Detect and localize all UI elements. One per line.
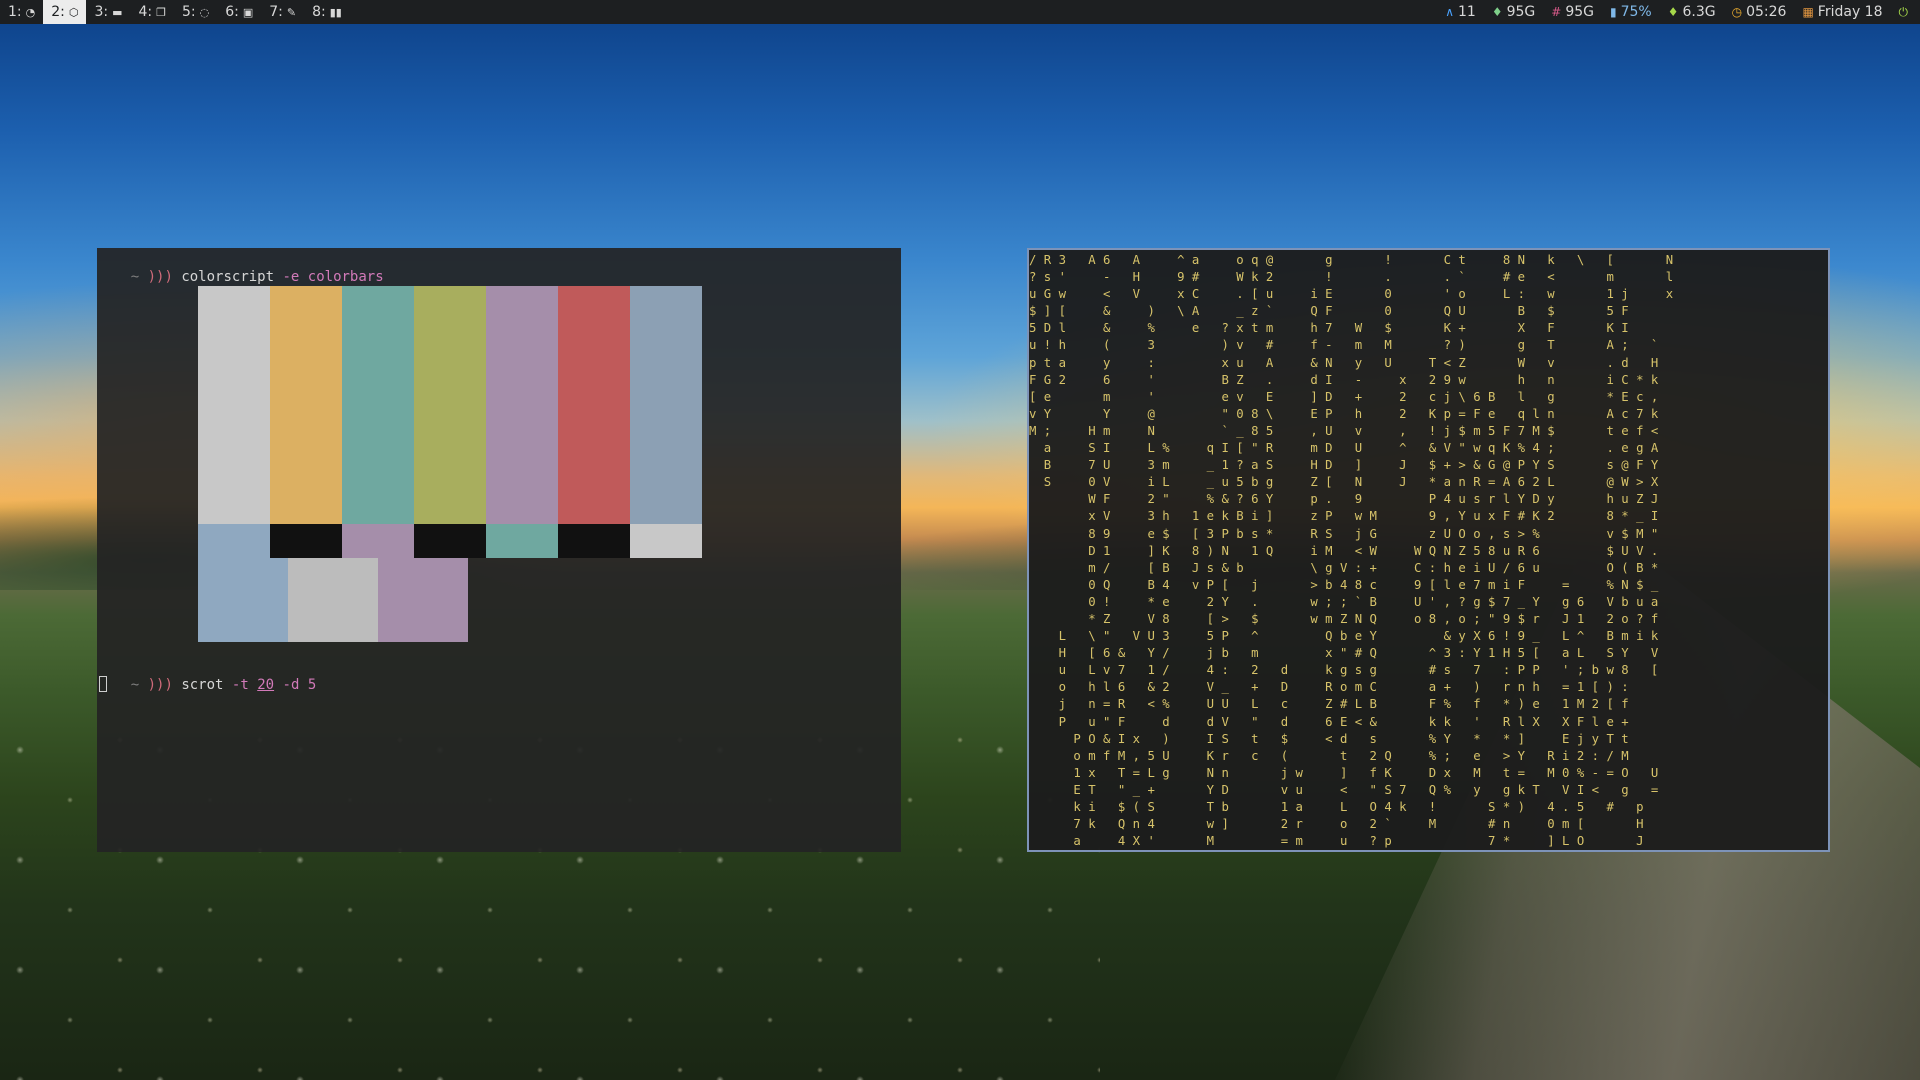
prompt-tilde: ~ (130, 269, 140, 285)
prompt-arrows: ))) (147, 269, 173, 285)
status-value: 95G (1506, 4, 1536, 20)
colorbar-middle (630, 524, 702, 558)
matrix-rain-output: / R 3 A 6 A ^ a o q @ g ! C t 8 N k \ [ … (1029, 253, 1674, 849)
status-item: ◷ 05:26 (1724, 4, 1795, 20)
top-bar: 1: ◔ 2: ⬡ 3: ▬ 4: ❐ 5: ◌ 6: ▣ 7: ✎ 8: ▮▮ ∧ 11 ♦ 95G #95G ▮ 75… (0, 0, 1920, 24)
command-flag: -t (231, 677, 249, 693)
status-value: Friday 18 (1817, 4, 1883, 20)
disk-icon: ♦ (1491, 5, 1503, 19)
colorbar-middle (270, 524, 342, 558)
colorbars-output (198, 286, 702, 642)
status-item: ∧ 11 (1437, 4, 1484, 20)
colorbar-middle (414, 524, 486, 558)
prompt-line-2: ~ ))) scrot -t 20 -d 5 (97, 658, 317, 693)
status-item: ▦ Friday 18 (1794, 4, 1890, 20)
command-number: 20 (257, 677, 275, 693)
workspace-1[interactable]: 1: ◔ (0, 0, 43, 24)
colorbar-top (486, 286, 558, 524)
prompt-tilde: ~ (130, 677, 140, 693)
hash-icon: # (1551, 5, 1562, 19)
status-item: ⏻ (1891, 5, 1917, 20)
workspace-label: 8: (312, 4, 326, 20)
colorbar-top (270, 286, 342, 524)
colorbar-top (558, 286, 630, 524)
status-item: ♦ 95G (1484, 4, 1543, 20)
workspace-5[interactable]: 5: ◌ (174, 0, 217, 24)
workspace-label: 3: (94, 4, 109, 20)
copy-icon: ❐ (156, 5, 166, 19)
chat-icon: ◌ (199, 5, 210, 19)
workspace-list: 1: ◔ 2: ⬡ 3: ▬ 4: ❐ 5: ◌ 6: ▣ 7: ✎ 8: ▮▮ (0, 0, 350, 24)
clock-icon: ◷ (1731, 5, 1743, 19)
terminal-cursor (99, 676, 107, 692)
pencil-icon: ✎ (286, 5, 297, 19)
colorbar-top (198, 286, 270, 524)
status-area: ∧ 11 ♦ 95G #95G ▮ 75% ♦ 6.3G ◷ 05:26 ▦ Friday 18 ⏻ (1437, 0, 1920, 24)
status-item: ♦ 6.3G (1660, 4, 1724, 20)
colorbar-bottom (378, 558, 468, 642)
arrow-up-icon: ∧ (1445, 5, 1454, 19)
envelope-icon: ▬ (112, 5, 123, 19)
workspace-4[interactable]: 4: ❐ (131, 0, 175, 24)
workspace-2[interactable]: 2: ⬡ (43, 0, 87, 24)
memory-icon: ♦ (1667, 5, 1679, 19)
calendar-icon: ▦ (1802, 5, 1814, 19)
status-value: 6.3G (1682, 4, 1716, 20)
colorbar-middle (486, 524, 558, 558)
image-icon: ▣ (242, 5, 254, 19)
workspace-7[interactable]: 7: ✎ (261, 0, 304, 24)
workspace-label: 6: (225, 4, 239, 20)
workspace-label: 1: (8, 4, 22, 20)
colorbar-top (342, 286, 414, 524)
workspace-6[interactable]: 6: ▣ (217, 0, 261, 24)
command-argument: colorbars (307, 269, 384, 285)
colorbar-middle (198, 524, 270, 558)
colorbar-bottom (198, 558, 288, 642)
colorbar-middle (558, 524, 630, 558)
workspace-label: 4: (138, 4, 153, 20)
battery-icon: ▮ (1609, 5, 1617, 19)
workspace-label: 5: (182, 4, 196, 20)
codepen-icon: ⬡ (68, 5, 79, 19)
workspace-8[interactable]: 8: ▮▮ (304, 0, 350, 24)
colorbar-middle (342, 524, 414, 558)
status-item: #95G (1543, 4, 1602, 20)
workspace-3[interactable]: 3: ▬ (86, 0, 130, 24)
colorbar-top (414, 286, 486, 524)
command-flag: -d (282, 677, 300, 693)
terminal-matrix[interactable]: / R 3 A 6 A ^ a o q @ g ! C t 8 N k \ [ … (1027, 248, 1830, 852)
workspace-label: 2: (51, 4, 65, 20)
prompt-arrows: ))) (147, 677, 173, 693)
workspace-label: 7: (269, 4, 283, 20)
status-value: 75% (1620, 4, 1652, 20)
clock-icon: ◔ (25, 5, 36, 19)
colorbar-top (630, 286, 702, 524)
command-flag: -e (282, 269, 300, 285)
command-program: colorscript (181, 269, 275, 285)
power-icon[interactable]: ⏻ (1899, 5, 1909, 20)
status-item: ▮ 75% (1602, 4, 1660, 20)
media-icon: ▮▮ (329, 5, 342, 19)
command-program: scrot (181, 677, 224, 693)
status-value: 05:26 (1746, 4, 1787, 20)
prompt-line-1: ~ ))) colorscript -e colorbars (97, 250, 384, 285)
command-number: 5 (307, 677, 317, 693)
colorbar-bottom (288, 558, 378, 642)
status-value: 95G (1565, 4, 1594, 20)
terminal-colorbars[interactable]: ~ ))) colorscript -e colorbars ~ ))) scr… (97, 248, 901, 852)
status-value: 11 (1457, 4, 1476, 20)
